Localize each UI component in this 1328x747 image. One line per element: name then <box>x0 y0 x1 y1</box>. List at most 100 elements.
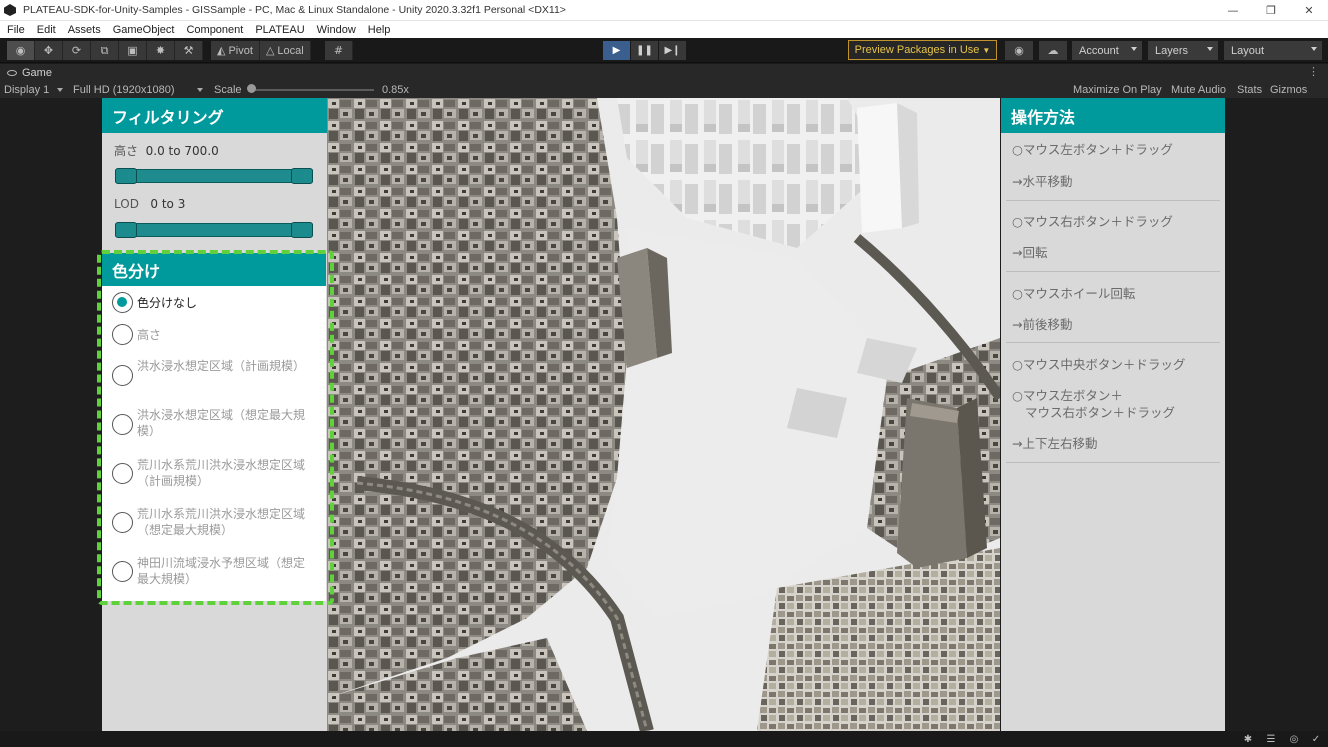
game-tab-bar: Game ⋮ <box>0 64 1328 81</box>
display-label: Display 1 <box>4 83 50 96</box>
close-icon[interactable]: ✕ <box>1290 0 1328 21</box>
rotate-tool-icon[interactable]: ⟳ <box>63 41 91 60</box>
step-icon[interactable]: ▶❙ <box>659 41 686 60</box>
pivot-group: ◭ Pivot △ Local <box>211 41 311 60</box>
view-tool-icon[interactable]: ◉ <box>7 41 35 60</box>
height-slider-max-handle[interactable] <box>291 168 313 184</box>
display-dropdown[interactable]: Display 1 <box>4 82 64 97</box>
city-scene-image <box>327 98 1000 731</box>
custom-tool-icon[interactable]: ⚒ <box>175 41 203 60</box>
filter-panel-title: フィルタリング <box>102 98 327 133</box>
chevron-down-icon <box>196 87 203 92</box>
menu-component[interactable]: Component <box>179 24 248 36</box>
chevron-down-icon <box>1311 47 1317 51</box>
lod-slider-min-handle[interactable] <box>115 222 137 238</box>
height-slider-min-handle[interactable] <box>115 168 137 184</box>
howto-divider <box>1006 462 1220 463</box>
pause-icon[interactable]: ❚❚ <box>631 41 658 60</box>
lod-range-slider[interactable] <box>115 223 313 237</box>
grid-snap-group: # <box>325 41 353 60</box>
howto-item: ○マウス左ボタン＋ <box>1012 388 1123 403</box>
game-tab-label: Game <box>22 66 52 79</box>
howto-item: →上下左右移動 <box>1012 436 1098 451</box>
chevron-down-icon <box>1131 47 1137 51</box>
local-label: Local <box>277 44 304 57</box>
height-range-slider[interactable] <box>115 169 313 183</box>
menu-gameobject[interactable]: GameObject <box>106 24 180 36</box>
local-icon: △ <box>265 45 275 57</box>
scale-tool-icon[interactable]: ⧉ <box>91 41 119 60</box>
preview-packages-button[interactable]: Preview Packages in Use ▼ <box>848 40 997 60</box>
account-dropdown[interactable]: Account <box>1072 41 1142 60</box>
howto-divider <box>1006 200 1220 201</box>
unity-logo-icon <box>4 4 16 16</box>
rect-tool-icon[interactable]: ▣ <box>119 41 147 60</box>
cache-icon[interactable]: ◎ <box>1288 733 1300 745</box>
resolution-dropdown[interactable]: Full HD (1920x1080) <box>73 82 203 97</box>
cloud-icon[interactable]: ☁ <box>1039 41 1067 60</box>
layers-dropdown[interactable]: Layers <box>1148 41 1218 60</box>
pivot-label: Pivot <box>228 44 253 57</box>
howto-item: →水平移動 <box>1012 174 1073 189</box>
stats-toggle[interactable]: Stats <box>1237 82 1262 97</box>
menu-bar: File Edit Assets GameObject Component PL… <box>0 21 1328 38</box>
height-range: 0.0 to 700.0 <box>145 144 219 158</box>
scale-slider-track[interactable] <box>250 89 374 91</box>
window-title-bar: PLATEAU-SDK-for-Unity-Samples - GISSampl… <box>0 0 1328 21</box>
scale-value: 0.85x <box>382 83 409 96</box>
height-filter-label: 高さ 0.0 to 700.0 <box>114 142 219 159</box>
resolution-label: Full HD (1920x1080) <box>73 83 175 96</box>
play-icon[interactable]: ▶ <box>603 41 630 60</box>
game-tab[interactable]: Game <box>0 64 52 81</box>
lod-range: 0 to 3 <box>150 197 186 211</box>
pivot-toggle[interactable]: ◭ Pivot <box>211 41 260 60</box>
menu-plateau[interactable]: PLATEAU <box>248 24 309 36</box>
layout-label: Layout <box>1231 44 1265 57</box>
menu-window[interactable]: Window <box>310 24 361 36</box>
gizmos-dropdown[interactable]: Gizmos <box>1270 82 1307 97</box>
chevron-down-icon <box>57 87 64 92</box>
chevron-down-icon <box>1207 47 1213 51</box>
collab-icon[interactable]: ◉ <box>1005 41 1033 60</box>
height-label: 高さ <box>114 144 139 158</box>
preview-packages-label: Preview Packages in Use <box>854 44 980 56</box>
howto-panel-title: 操作方法 <box>1001 98 1225 133</box>
local-toggle[interactable]: △ Local <box>259 41 311 60</box>
howto-item: →回転 <box>1012 245 1048 260</box>
howto-divider <box>1006 342 1220 343</box>
play-controls: ▶ ❚❚ ▶❙ <box>603 41 687 60</box>
transform-tool-icon[interactable]: ✸ <box>147 41 175 60</box>
maximize-on-play-toggle[interactable]: Maximize On Play <box>1073 82 1162 97</box>
game-control-bar: Display 1 Full HD (1920x1080) Scale 0.85… <box>0 81 1328 98</box>
more-options-icon[interactable]: ⋮ <box>1308 65 1319 78</box>
howto-item: ○マウス右ボタン＋ドラッグ <box>1012 214 1173 229</box>
game-view-icon <box>7 69 17 76</box>
account-label: Account <box>1079 44 1119 57</box>
menu-file[interactable]: File <box>0 24 30 36</box>
chevron-down-icon: ▼ <box>982 45 991 55</box>
menu-help[interactable]: Help <box>361 24 396 36</box>
lod-filter-label: LOD 0 to 3 <box>114 197 185 211</box>
mute-audio-toggle[interactable]: Mute Audio <box>1171 82 1226 97</box>
move-tool-icon[interactable]: ✥ <box>35 41 63 60</box>
minimize-icon[interactable]: — <box>1214 0 1252 21</box>
howto-item: ○マウス左ボタン＋ドラッグ <box>1012 142 1173 157</box>
scale-slider-knob[interactable] <box>247 84 256 93</box>
check-icon[interactable]: ✓ <box>1310 733 1322 745</box>
layout-dropdown[interactable]: Layout <box>1224 41 1322 60</box>
city-3d-scene[interactable] <box>327 98 1000 731</box>
grid-snap-icon[interactable]: # <box>325 41 353 60</box>
layers-icon[interactable]: ☰ <box>1265 733 1277 745</box>
howto-item: マウス右ボタン＋ドラッグ <box>1025 405 1176 420</box>
menu-edit[interactable]: Edit <box>30 24 61 36</box>
menu-assets[interactable]: Assets <box>61 24 106 36</box>
lod-label: LOD <box>114 197 139 211</box>
highlight-dashed-border <box>97 250 334 605</box>
layers-label: Layers <box>1155 44 1189 57</box>
restore-icon[interactable]: ❐ <box>1252 0 1290 21</box>
pivot-icon: ◭ <box>217 45 226 57</box>
howto-divider <box>1006 271 1220 272</box>
bug-icon[interactable]: ✱ <box>1242 733 1254 745</box>
scale-label: Scale <box>214 83 242 96</box>
lod-slider-max-handle[interactable] <box>291 222 313 238</box>
